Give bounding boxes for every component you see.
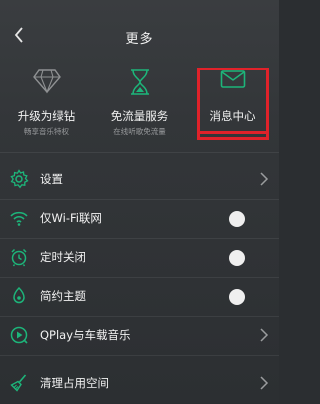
- list-item-clean-storage[interactable]: 清理占用空间: [0, 364, 279, 404]
- list-item-wifi-only[interactable]: 仅Wi-Fi联网: [0, 199, 279, 239]
- annotation-highlight-box: [197, 68, 269, 134]
- list-item-label: QPlay与车载音乐: [40, 328, 131, 342]
- list-item-label: 设置: [40, 172, 63, 186]
- list-item-label: 仅Wi-Fi联网: [40, 211, 102, 225]
- more-screen: 更多 升级为绿钻 畅享音乐特权 免流量服务 在线听歌免流量 消息中心 设置 仅W…: [0, 0, 279, 403]
- chevron-right-icon: [260, 172, 269, 186]
- list-item-qplay-car-music[interactable]: QPlay与车载音乐: [0, 316, 279, 356]
- alarm-clock-icon: [11, 248, 27, 267]
- annotation-highlight-mark: [197, 130, 269, 140]
- sleep-timer-toggle[interactable]: [229, 250, 245, 266]
- wifi-icon: [10, 211, 28, 226]
- gear-icon: [10, 169, 29, 189]
- hourglass-icon: [130, 69, 149, 95]
- list-item-sleep-timer[interactable]: 定时关闭: [0, 238, 279, 278]
- feature-sublabel: 在线听歌免流量: [113, 127, 166, 136]
- list-item-settings[interactable]: 设置: [0, 160, 279, 200]
- chevron-right-icon: [260, 328, 269, 342]
- divider: [0, 152, 279, 153]
- diamond-icon: [32, 69, 61, 94]
- chevron-right-icon: [260, 376, 269, 390]
- page-title: 更多: [125, 32, 154, 47]
- feature-sublabel: 畅享音乐特权: [24, 127, 69, 136]
- theme-icon: [13, 286, 25, 304]
- broom-icon: [10, 374, 27, 392]
- feature-label: 免流量服务: [110, 109, 169, 123]
- feature-label: 升级为绿钻: [17, 109, 76, 123]
- simple-theme-toggle[interactable]: [229, 289, 245, 305]
- header: 更多: [0, 0, 279, 52]
- feature-data-free-service[interactable]: 免流量服务 在线听歌免流量: [93, 62, 186, 142]
- list-item-label: 清理占用空间: [40, 376, 109, 390]
- wifi-only-toggle[interactable]: [229, 211, 245, 227]
- list-item-label: 简约主题: [40, 289, 86, 303]
- list-item-label: 定时关闭: [40, 250, 86, 264]
- divider: [0, 355, 279, 356]
- list-item-simple-theme[interactable]: 简约主题: [0, 277, 279, 317]
- qplay-icon: [10, 326, 28, 344]
- feature-upgrade-green-diamond[interactable]: 升级为绿钻 畅享音乐特权: [0, 62, 93, 142]
